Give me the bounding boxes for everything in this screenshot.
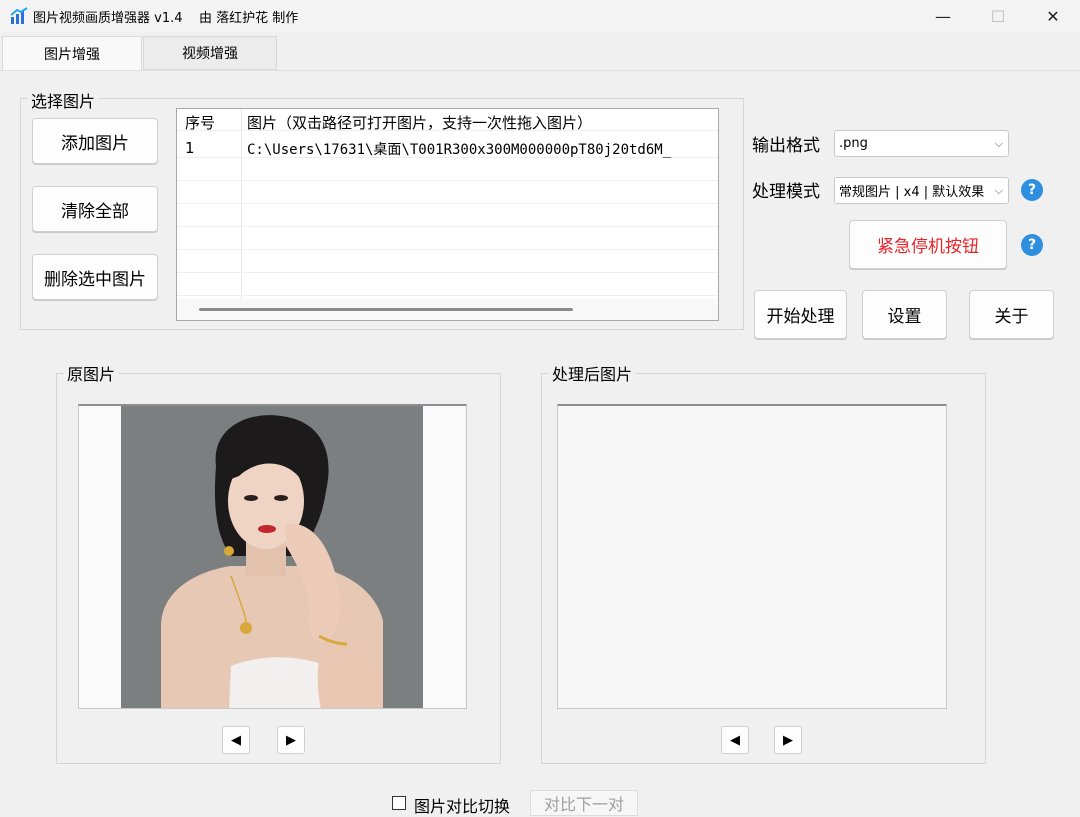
output-format-label: 输出格式 <box>752 136 820 156</box>
process-mode-select[interactable]: 常规图片 | x4 | 默认效果 ⌵ <box>834 177 1009 204</box>
close-button[interactable]: ✕ <box>1030 0 1076 32</box>
settings-button[interactable]: 设置 <box>862 290 947 339</box>
list-item-empty <box>177 228 718 250</box>
start-processing-button[interactable]: 开始处理 <box>754 290 847 339</box>
original-prev-button[interactable]: ◀ <box>222 726 250 754</box>
app-icon <box>10 7 28 24</box>
list-header: 序号 图片（双击路径可打开图片，支持一次性拖入图片） <box>177 109 718 133</box>
output-format-select[interactable]: .png ⌵ <box>834 130 1009 157</box>
list-item-empty <box>177 251 718 273</box>
image-list[interactable]: 序号 图片（双击路径可打开图片，支持一次性拖入图片） 1 C:\Users\17… <box>176 108 719 321</box>
processed-next-button[interactable]: ▶ <box>774 726 802 754</box>
processed-prev-button[interactable]: ◀ <box>721 726 749 754</box>
emergency-stop-button[interactable]: 紧急停机按钮 <box>849 220 1007 269</box>
process-mode-label: 处理模式 <box>752 182 820 202</box>
minimize-button[interactable]: — <box>920 0 966 32</box>
help-icon[interactable]: ? <box>1021 179 1043 201</box>
window-title: 图片视频画质增强器 v1.4 由 落红护花 制作 <box>33 11 299 26</box>
list-item[interactable]: 1 C:\Users\17631\桌面\T001R300x300M000000p… <box>177 136 718 158</box>
item-path[interactable]: C:\Users\17631\桌面\T001R300x300M000000pT8… <box>247 139 671 159</box>
portrait-photo <box>121 406 423 708</box>
add-image-button[interactable]: 添加图片 <box>32 118 158 164</box>
item-index: 1 <box>185 139 195 157</box>
list-item-empty <box>177 205 718 227</box>
chevron-down-icon: ⌵ <box>992 136 1003 151</box>
output-format-value: .png <box>839 136 868 151</box>
tab-video-enhance[interactable]: 视频增强 <box>143 36 277 70</box>
delete-selected-button[interactable]: 删除选中图片 <box>32 254 158 300</box>
compare-next-pair-button[interactable]: 对比下一对 <box>530 790 638 816</box>
help-icon[interactable]: ? <box>1021 234 1043 256</box>
about-button[interactable]: 关于 <box>969 290 1054 339</box>
processed-image-viewer <box>557 404 947 709</box>
original-next-button[interactable]: ▶ <box>277 726 305 754</box>
header-index[interactable]: 序号 <box>185 112 215 133</box>
list-item-empty <box>177 182 718 204</box>
clear-all-button[interactable]: 清除全部 <box>32 186 158 232</box>
process-mode-value: 常规图片 | x4 | 默认效果 <box>839 185 985 200</box>
processed-image-label: 处理后图片 <box>549 361 636 385</box>
compare-toggle-checkbox[interactable] <box>392 796 406 810</box>
compare-toggle-label[interactable]: 图片对比切换 <box>414 793 510 817</box>
header-image-path[interactable]: 图片（双击路径可打开图片，支持一次性拖入图片） <box>247 112 592 133</box>
original-image-label: 原图片 <box>64 361 119 385</box>
list-item-empty <box>177 159 718 181</box>
select-images-label: 选择图片 <box>28 88 99 112</box>
chevron-down-icon: ⌵ <box>992 183 1003 198</box>
original-image-viewer <box>78 404 467 709</box>
tab-image-enhance[interactable]: 图片增强 <box>2 36 142 70</box>
scrollbar-thumb[interactable] <box>199 308 573 311</box>
list-item-empty <box>177 274 718 296</box>
maximize-button[interactable]: ☐ <box>975 0 1021 32</box>
